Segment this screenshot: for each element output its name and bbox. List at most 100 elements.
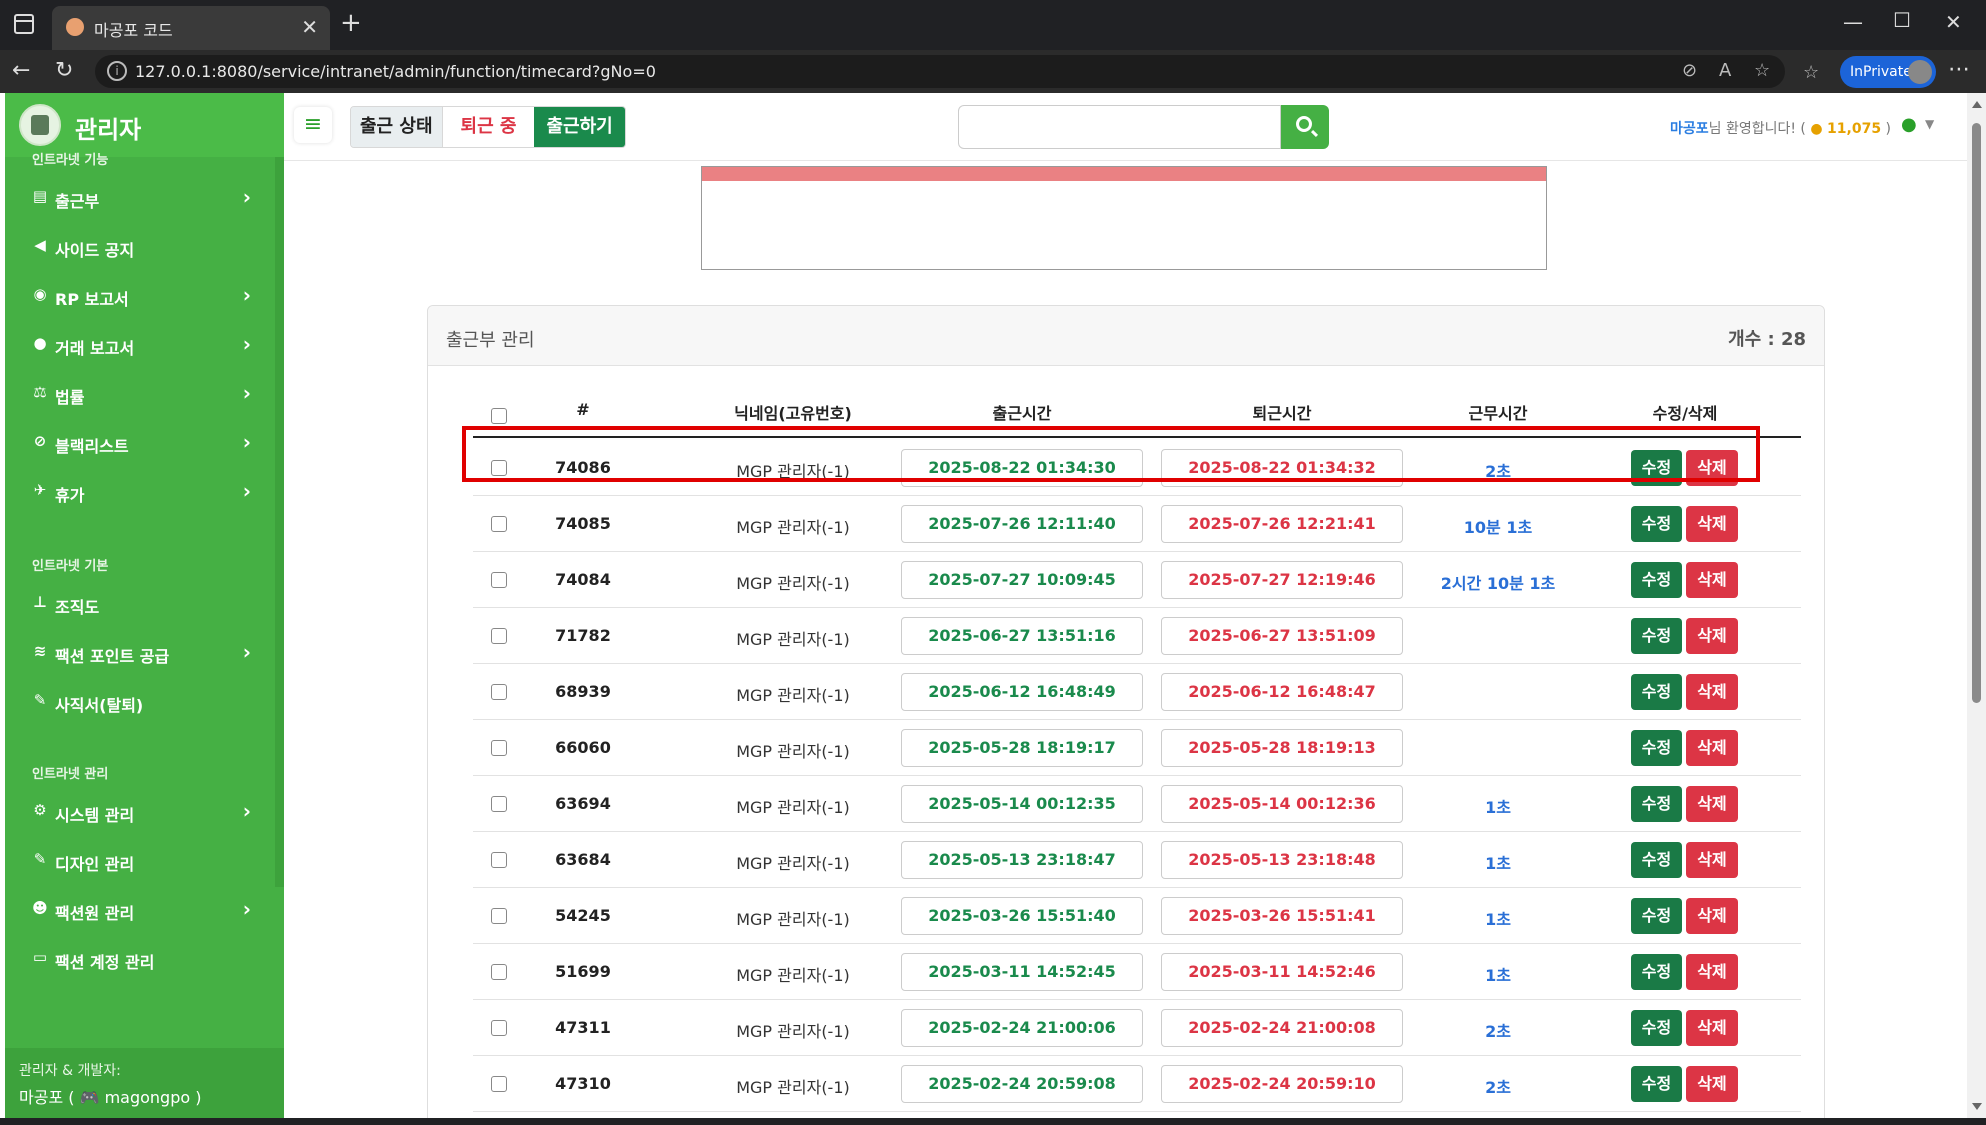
checkout-time-field[interactable]: 2025-03-26 15:51:41 [1161, 897, 1403, 935]
url-field[interactable]: i 127.0.0.1:8080/service/intranet/admin/… [95, 55, 1785, 88]
sidebar-item-blacklist[interactable]: ⊘ 블랙리스트 › [31, 429, 251, 459]
search-button[interactable] [1281, 105, 1329, 149]
row-checkbox[interactable] [491, 628, 507, 644]
checkout-time-field[interactable]: 2025-05-28 18:19:13 [1161, 729, 1403, 767]
close-tab-icon[interactable]: ✕ [301, 15, 318, 39]
delete-button[interactable]: 삭제 [1686, 674, 1738, 710]
reload-icon[interactable]: ↻ [55, 58, 73, 83]
minimize-icon[interactable]: — [1843, 10, 1863, 34]
checkin-time-field[interactable]: 2025-02-24 21:00:06 [901, 1009, 1143, 1047]
more-icon[interactable]: ⋯ [1948, 57, 1970, 82]
row-checkbox[interactable] [491, 796, 507, 812]
checkin-time-field[interactable]: 2025-06-12 16:48:49 [901, 673, 1143, 711]
delete-button[interactable]: 삭제 [1686, 450, 1738, 486]
checkin-time-field[interactable]: 2025-02-24 20:59:08 [901, 1065, 1143, 1103]
sidebar-toggle-icon[interactable] [14, 14, 34, 34]
checkin-time-field[interactable]: 2025-05-28 18:19:17 [901, 729, 1143, 767]
checkout-time-field[interactable]: 2025-08-22 01:34:32 [1161, 449, 1403, 487]
edit-button[interactable]: 수정 [1631, 450, 1682, 486]
sidebar-item-timecard[interactable]: ▤ 출근부 › [31, 184, 251, 214]
info-icon[interactable]: i [107, 61, 127, 81]
row-checkbox[interactable] [491, 1020, 507, 1036]
page-scrollbar[interactable] [1967, 93, 1986, 1118]
sidebar-item-side-notice[interactable]: ◀ 사이드 공지 [31, 233, 251, 263]
row-checkbox[interactable] [491, 852, 507, 868]
checkin-time-field[interactable]: 2025-07-26 12:11:40 [901, 505, 1143, 543]
window-close-icon[interactable]: ✕ [1945, 10, 1962, 34]
checkin-time-field[interactable]: 2025-05-14 00:12:35 [901, 785, 1143, 823]
checkout-time-field[interactable]: 2025-07-27 12:19:46 [1161, 561, 1403, 599]
checkin-button[interactable]: 출근하기 [534, 107, 625, 147]
sidebar-item-trade-report[interactable]: ● 거래 보고서 › [31, 331, 251, 361]
sidebar-item-members[interactable]: ☻ 팩션원 관리 › [31, 896, 251, 926]
browser-tab[interactable]: 마공포 코드 ✕ [52, 6, 330, 50]
sidebar-scrollbar[interactable] [275, 157, 284, 887]
sidebar-item-system[interactable]: ⚙ 시스템 관리 › [31, 798, 251, 828]
search-input[interactable] [958, 105, 1281, 149]
edit-button[interactable]: 수정 [1631, 1066, 1682, 1102]
tracking-icon[interactable]: ⊘ [1682, 60, 1697, 81]
row-checkbox[interactable] [491, 964, 507, 980]
edit-button[interactable]: 수정 [1631, 842, 1682, 878]
checkout-time-field[interactable]: 2025-06-27 13:51:09 [1161, 617, 1403, 655]
select-all-checkbox[interactable] [491, 408, 507, 424]
row-checkbox[interactable] [491, 572, 507, 588]
checkin-time-field[interactable]: 2025-03-11 14:52:45 [901, 953, 1143, 991]
delete-button[interactable]: 삭제 [1686, 786, 1738, 822]
sidebar-item-vacation[interactable]: ✈ 휴가 › [31, 478, 251, 508]
edit-button[interactable]: 수정 [1631, 674, 1682, 710]
scroll-thumb[interactable] [1972, 123, 1981, 703]
delete-button[interactable]: 삭제 [1686, 562, 1738, 598]
read-aloud-icon[interactable]: A [1719, 60, 1731, 81]
sidebar-item-law[interactable]: ⚖ 법률 › [31, 380, 251, 410]
checkin-time-field[interactable]: 2025-03-26 15:51:40 [901, 897, 1143, 935]
row-checkbox[interactable] [491, 460, 507, 476]
favorite-star-icon[interactable]: ☆ [1754, 60, 1770, 81]
sidebar-item-design[interactable]: ✎ 디자인 관리 [31, 847, 251, 877]
delete-button[interactable]: 삭제 [1686, 1010, 1738, 1046]
edit-button[interactable]: 수정 [1631, 618, 1682, 654]
menu-toggle-button[interactable]: ≡ [294, 107, 332, 143]
row-checkbox[interactable] [491, 908, 507, 924]
sidebar-item-accounts[interactable]: ▭ 팩션 계정 관리 [31, 945, 251, 975]
edit-button[interactable]: 수정 [1631, 786, 1682, 822]
scroll-down-icon[interactable] [1972, 1103, 1982, 1110]
delete-button[interactable]: 삭제 [1686, 506, 1738, 542]
row-checkbox[interactable] [491, 516, 507, 532]
edit-button[interactable]: 수정 [1631, 730, 1682, 766]
new-tab-icon[interactable]: + [340, 9, 362, 37]
delete-button[interactable]: 삭제 [1686, 618, 1738, 654]
checkout-time-field[interactable]: 2025-02-24 21:00:08 [1161, 1009, 1403, 1047]
sidebar-item-rp-report[interactable]: ◉ RP 보고서 › [31, 282, 251, 312]
inprivate-badge[interactable]: InPrivate [1840, 56, 1936, 88]
caret-down-icon[interactable]: ▼ [1925, 117, 1934, 131]
checkout-time-field[interactable]: 2025-02-24 20:59:10 [1161, 1065, 1403, 1103]
footer-credit-name[interactable]: 마공포 ( 🎮 magongpo ) [19, 1084, 202, 1108]
row-checkbox[interactable] [491, 684, 507, 700]
checkin-time-field[interactable]: 2025-08-22 01:34:30 [901, 449, 1143, 487]
checkout-time-field[interactable]: 2025-05-13 23:18:48 [1161, 841, 1403, 879]
checkout-time-field[interactable]: 2025-03-11 14:52:46 [1161, 953, 1403, 991]
checkout-time-field[interactable]: 2025-07-26 12:21:41 [1161, 505, 1403, 543]
user-icon[interactable]: ● [1901, 114, 1917, 135]
edit-button[interactable]: 수정 [1631, 506, 1682, 542]
checkin-time-field[interactable]: 2025-06-27 13:51:16 [901, 617, 1143, 655]
delete-button[interactable]: 삭제 [1686, 1066, 1738, 1102]
edit-button[interactable]: 수정 [1631, 1010, 1682, 1046]
sidebar-item-org-chart[interactable]: ⊥ 조직도 [31, 590, 251, 620]
back-icon[interactable]: ← [12, 58, 30, 83]
row-checkbox[interactable] [491, 1076, 507, 1092]
edit-button[interactable]: 수정 [1631, 562, 1682, 598]
sidebar-header[interactable]: 관리자 [5, 93, 284, 157]
delete-button[interactable]: 삭제 [1686, 842, 1738, 878]
edit-button[interactable]: 수정 [1631, 898, 1682, 934]
checkout-time-field[interactable]: 2025-05-14 00:12:36 [1161, 785, 1403, 823]
delete-button[interactable]: 삭제 [1686, 954, 1738, 990]
delete-button[interactable]: 삭제 [1686, 898, 1738, 934]
row-checkbox[interactable] [491, 740, 507, 756]
checkout-time-field[interactable]: 2025-06-12 16:48:47 [1161, 673, 1403, 711]
sidebar-item-resignation[interactable]: ✎ 사직서(탈퇴) [31, 688, 251, 718]
maximize-icon[interactable]: ☐ [1893, 8, 1911, 32]
checkin-time-field[interactable]: 2025-05-13 23:18:47 [901, 841, 1143, 879]
delete-button[interactable]: 삭제 [1686, 730, 1738, 766]
